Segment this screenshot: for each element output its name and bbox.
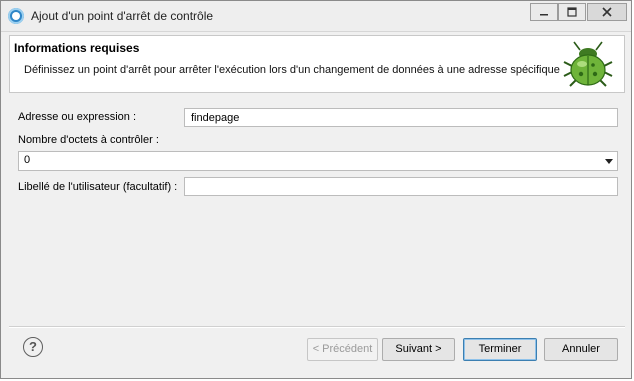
bytes-value: 0 bbox=[24, 154, 31, 166]
bytes-label: Nombre d'octets à contrôler : bbox=[18, 134, 159, 146]
bytes-dropdown[interactable]: 0 bbox=[18, 151, 618, 171]
cancel-button[interactable]: Annuler bbox=[544, 338, 618, 361]
address-input[interactable] bbox=[184, 108, 618, 127]
app-icon bbox=[8, 8, 24, 24]
maximize-button[interactable] bbox=[558, 3, 586, 21]
dialog-window: Ajout d'un point d'arrêt de contrôle Inf… bbox=[0, 0, 632, 379]
minimize-icon bbox=[540, 14, 548, 16]
header-description: Définissez un point d'arrêt pour arrêter… bbox=[24, 64, 560, 76]
window-title: Ajout d'un point d'arrêt de contrôle bbox=[31, 9, 214, 23]
user-label-label: Libellé de l'utilisateur (facultatif) : bbox=[18, 181, 178, 193]
header-title: Informations requises bbox=[14, 41, 140, 55]
help-button[interactable]: ? bbox=[23, 337, 43, 357]
minimize-button[interactable] bbox=[530, 3, 558, 21]
close-button[interactable] bbox=[587, 3, 627, 21]
help-icon: ? bbox=[29, 339, 37, 354]
finish-button[interactable]: Terminer bbox=[463, 338, 537, 361]
wizard-header: Informations requises Définissez un poin… bbox=[9, 35, 625, 93]
maximize-icon bbox=[567, 7, 577, 17]
next-button[interactable]: Suivant > bbox=[382, 338, 455, 361]
footer-separator bbox=[9, 326, 625, 328]
close-icon bbox=[602, 7, 612, 17]
title-bar: Ajout d'un point d'arrêt de contrôle bbox=[1, 1, 631, 32]
bug-icon bbox=[563, 41, 613, 87]
address-label: Adresse ou expression : bbox=[18, 111, 137, 123]
chevron-down-icon bbox=[605, 159, 613, 164]
previous-button[interactable]: < Précédent bbox=[307, 338, 378, 361]
user-label-input[interactable] bbox=[184, 177, 618, 196]
